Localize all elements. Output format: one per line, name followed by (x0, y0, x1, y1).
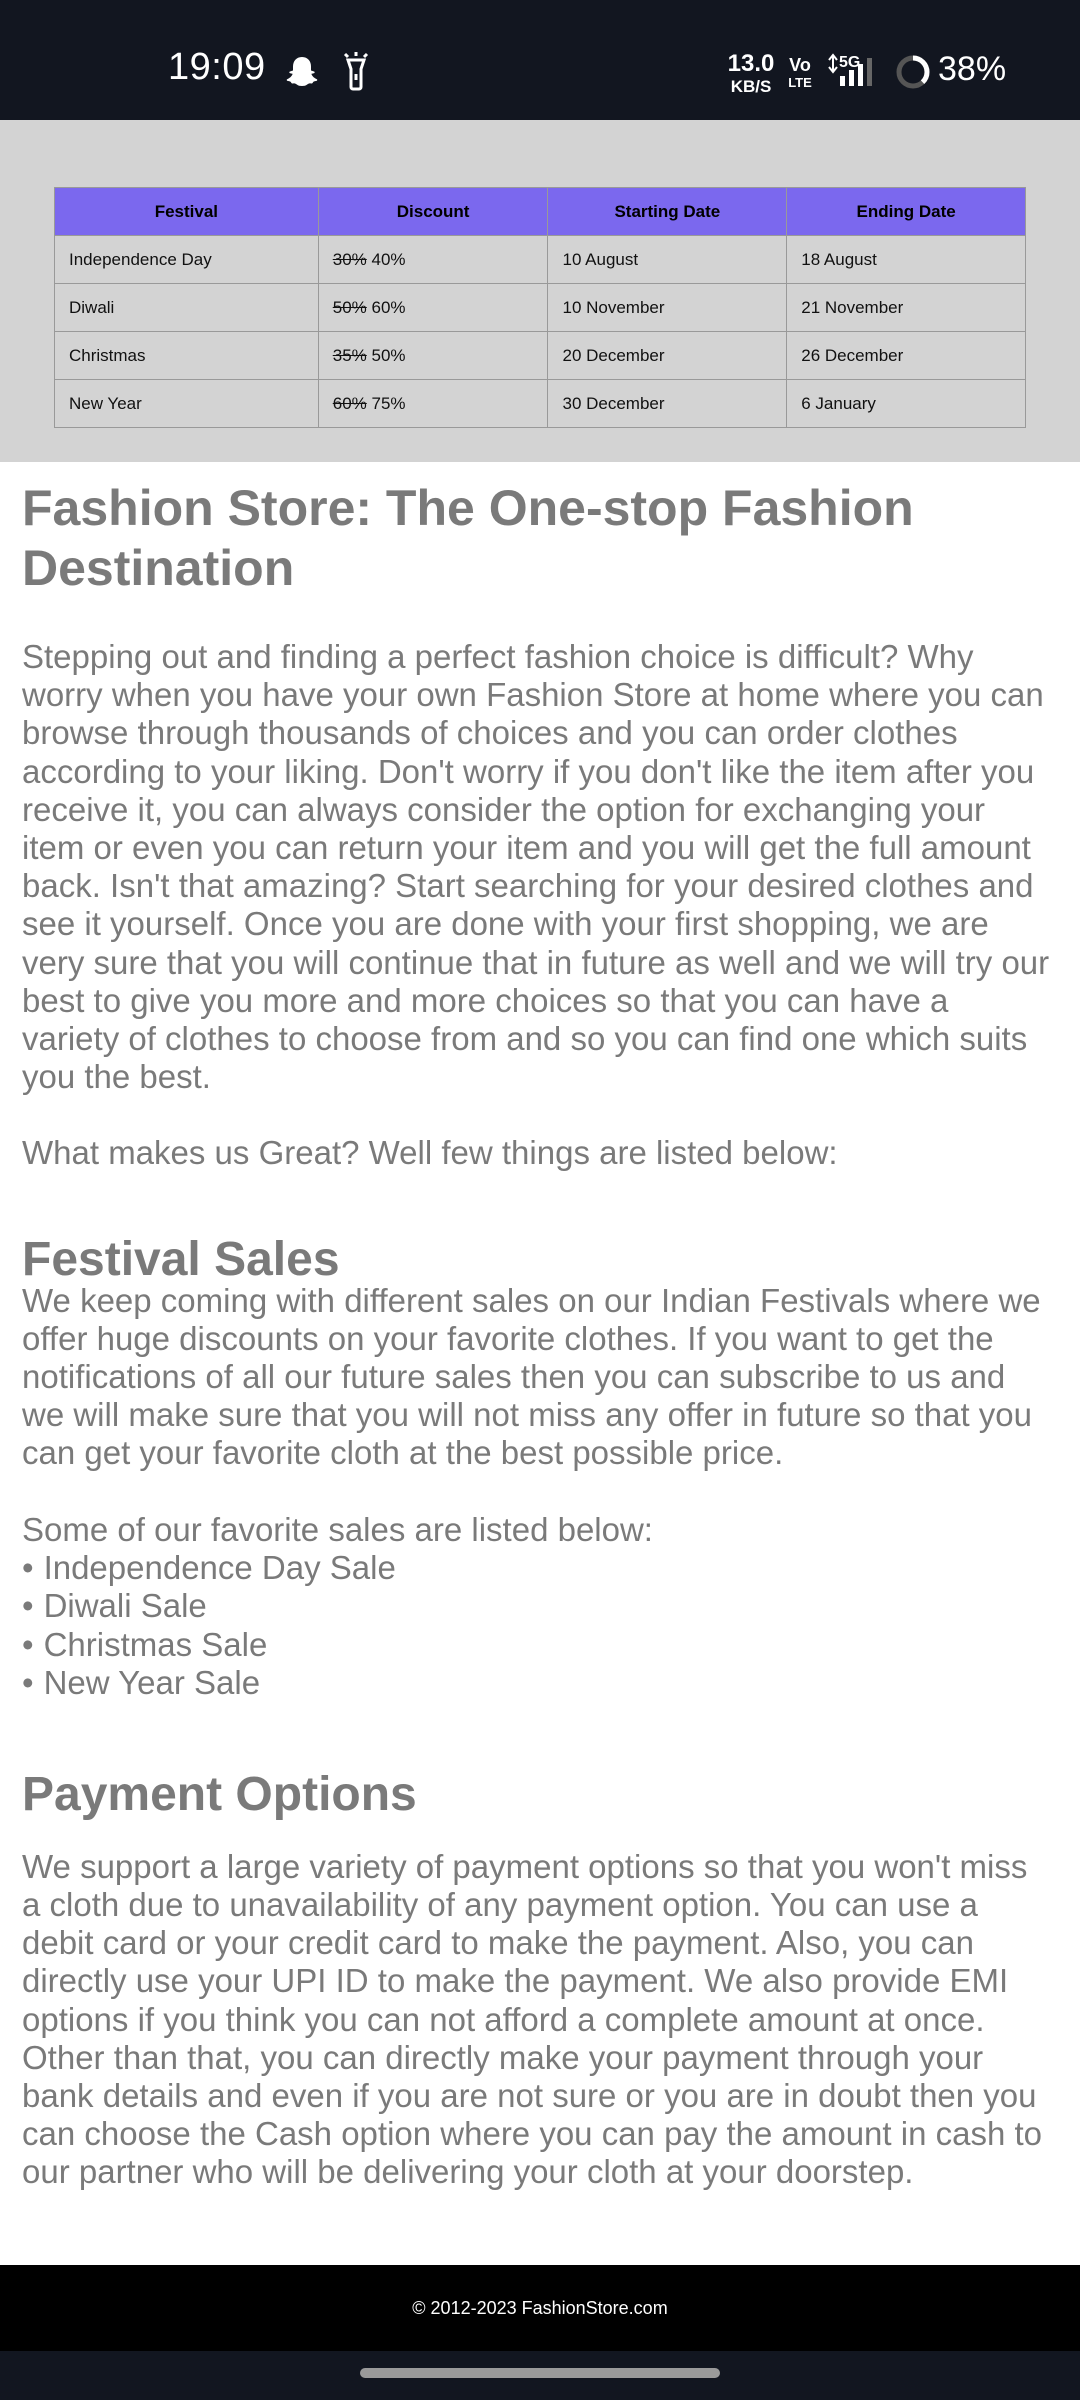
old-discount: 60% (332, 393, 367, 413)
cell-festival: New Year (54, 379, 319, 428)
favorite-sales-intro: Some of our favorite sales are listed be… (22, 1510, 653, 1548)
table-row: Independence Day 30% 40% 10 August 18 Au… (54, 235, 1026, 284)
sales-table-section: Festival Discount Starting Date Ending D… (0, 120, 1080, 462)
header-festival: Festival (54, 187, 319, 236)
network-type-label: 5G (839, 54, 860, 71)
new-discount: 60% (371, 297, 406, 317)
table-row: Diwali 50% 60% 10 November 21 November (54, 283, 1026, 332)
cell-end: 26 December (786, 331, 1026, 380)
snapchat-icon (284, 54, 320, 90)
old-discount: 50% (332, 297, 367, 317)
net-speed-value: 13.0 (727, 50, 775, 77)
payment-options-paragraph: We support a large variety of payment op… (22, 1847, 1042, 2191)
old-discount: 30% (332, 249, 367, 269)
cell-festival: Christmas (54, 331, 319, 380)
festival-sales-paragraph: We keep coming with different sales on o… (22, 1281, 1041, 1472)
battery-percentage: 38% (938, 50, 1007, 88)
cell-festival: Diwali (54, 283, 319, 332)
status-bar: 19:09 13.0 KB/S Vo LTE 5G 38% (0, 0, 1080, 120)
net-speed-unit: KB/S (730, 77, 772, 96)
status-time: 19:09 (168, 46, 266, 88)
header-ending-date: Ending Date (786, 187, 1026, 236)
cell-start: 30 December (547, 379, 788, 428)
table-header-row: Festival Discount Starting Date Ending D… (54, 187, 1026, 236)
list-item: Christmas Sale (22, 1626, 1052, 1665)
signal-icon: 5G (826, 50, 886, 90)
cell-start: 10 August (547, 235, 788, 284)
screen: 19:09 13.0 KB/S Vo LTE 5G 38% Festival D… (0, 0, 1080, 2400)
table-row: Christmas 35% 50% 20 December 26 Decembe… (54, 331, 1026, 380)
header-discount: Discount (317, 187, 549, 236)
battery-ring-icon (895, 54, 931, 90)
article: Fashion Store: The One-stop Fashion Dest… (22, 478, 1052, 2192)
cell-end: 21 November (786, 283, 1026, 332)
cell-discount: 35% 50% (317, 331, 549, 380)
net-speed: 13.0 KB/S (726, 50, 776, 96)
list-item: Diwali Sale (22, 1587, 1052, 1626)
volte-bottom: LTE (788, 75, 812, 90)
cell-end: 6 January (786, 379, 1026, 428)
volte-top: Vo (789, 55, 811, 75)
torch-icon (340, 52, 372, 92)
old-discount: 35% (332, 345, 367, 365)
payment-options-heading: Payment Options (22, 1767, 417, 1821)
cell-discount: 30% 40% (317, 235, 549, 284)
festival-sales-heading: Festival Sales (22, 1232, 340, 1286)
table-row: New Year 60% 75% 30 December 6 January (54, 379, 1026, 428)
list-item: Independence Day Sale (22, 1549, 1052, 1588)
new-discount: 50% (371, 345, 406, 365)
cell-start: 20 December (547, 331, 788, 380)
sales-table: Festival Discount Starting Date Ending D… (54, 187, 1026, 428)
page-title: Fashion Store: The One-stop Fashion Dest… (22, 480, 914, 596)
great-paragraph: What makes us Great? Well few things are… (22, 1134, 838, 1172)
copyright-text: © 2012-2023 FashionStore.com (412, 2298, 668, 2318)
cell-end: 18 August (786, 235, 1026, 284)
new-discount: 75% (371, 393, 406, 413)
list-item: New Year Sale (22, 1664, 1052, 1703)
volte-indicator: Vo LTE (786, 56, 814, 89)
home-gesture-handle[interactable] (360, 2368, 720, 2378)
new-discount: 40% (371, 249, 406, 269)
header-starting-date: Starting Date (547, 187, 788, 236)
sales-list: Independence Day Sale Diwali Sale Christ… (22, 1549, 1052, 1703)
cell-discount: 50% 60% (317, 283, 549, 332)
cell-festival: Independence Day (54, 235, 319, 284)
intro-paragraph: Stepping out and finding a perfect fashi… (22, 638, 1050, 1096)
footer: © 2012-2023 FashionStore.com (0, 2265, 1080, 2351)
cell-start: 10 November (547, 283, 788, 332)
cell-discount: 60% 75% (317, 379, 549, 428)
